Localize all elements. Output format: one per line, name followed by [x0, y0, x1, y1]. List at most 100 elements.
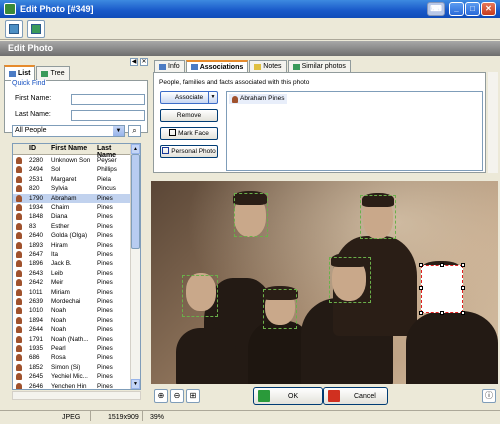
keyboard-icon[interactable]: ⌨ [427, 2, 445, 16]
photo-canvas[interactable] [151, 181, 498, 384]
tab-associations[interactable]: Associations [185, 60, 249, 72]
search-icon: ⌕ [132, 126, 137, 135]
table-row[interactable]: 2280 Unknown Son Peyser [13, 156, 131, 165]
resize-handle[interactable] [461, 263, 465, 267]
cell-id: 2646 [29, 382, 44, 390]
table-row[interactable]: 2531 Margaret Piela [13, 175, 131, 184]
maximize-button[interactable]: □ [465, 2, 480, 16]
find-button[interactable]: ⌕ [128, 125, 141, 137]
table-row[interactable]: 2642 Meir Pines [13, 278, 131, 287]
scroll-up-icon[interactable]: ▲ [131, 144, 140, 154]
info-button[interactable]: ⓘ [482, 389, 496, 403]
cell-id: 2280 [29, 157, 44, 164]
associate-button[interactable]: Associate ▼ [160, 91, 218, 104]
zoom-in-icon[interactable]: ⊕ [154, 389, 168, 403]
ok-button[interactable]: OK [253, 387, 323, 405]
remove-button[interactable]: Remove [160, 109, 218, 122]
vertical-scrollbar[interactable]: ▲ ▼ [130, 144, 140, 389]
person-icon [16, 288, 22, 296]
table-row[interactable]: 2645 Yechiel Mic... Pines [13, 372, 131, 381]
cancel-button[interactable]: Cancel [323, 387, 388, 405]
list-item[interactable]: Abraham Pines [229, 94, 288, 104]
cell-last: Peyser [97, 157, 117, 164]
cell-first: Mordechai [51, 298, 81, 305]
zoom-out-icon[interactable]: ⊖ [170, 389, 184, 403]
status-format: JPEG [62, 414, 81, 421]
table-row[interactable]: 1852 Simon (Si) Pines [13, 363, 131, 372]
associated-list: Abraham Pines [226, 91, 483, 171]
face-box[interactable] [360, 195, 396, 239]
people-filter-select[interactable]: All People ▼ [12, 125, 125, 137]
list-icon [9, 70, 16, 77]
table-row[interactable]: 2644 Noah Pines [13, 325, 131, 334]
tab-associations-label: Associations [199, 63, 244, 71]
people-grid: ID First Name Last Name 2280 Unknown Son P… [12, 143, 141, 390]
table-row[interactable]: 1896 Jack B. Pines [13, 259, 131, 268]
table-row[interactable]: 2640 Golda (Olga) Pines [13, 231, 131, 240]
tab-notes[interactable]: Notes [249, 60, 287, 72]
selected-face-box[interactable] [419, 263, 465, 315]
close-button[interactable]: ✕ [481, 2, 496, 16]
assoc-scrollbar[interactable] [488, 72, 498, 173]
table-row[interactable]: 1011 Miriam Pines [13, 288, 131, 297]
table-row[interactable]: 1935 Pearl Pines [13, 344, 131, 353]
resize-handle[interactable] [419, 286, 423, 290]
resize-handle[interactable] [440, 263, 444, 267]
resize-handle[interactable] [419, 311, 423, 315]
cell-first: Jack B. [51, 260, 72, 268]
tab-list[interactable]: List [4, 65, 36, 80]
table-row[interactable]: 686 Rosa Pines [13, 353, 131, 362]
table-row[interactable]: 2639 Mordechai Pines [13, 297, 131, 306]
resize-handle[interactable] [461, 286, 465, 290]
copy-photo-button[interactable] [5, 20, 23, 38]
mark-face-button[interactable]: Mark Face [160, 127, 218, 140]
col-id[interactable]: ID [29, 145, 36, 152]
table-row[interactable]: 1010 Noah Pines [13, 306, 131, 315]
table-row[interactable]: 820 Sylvia Pincus [13, 184, 131, 193]
minimize-button[interactable]: _ [449, 2, 464, 16]
cell-first: Ita [51, 251, 59, 258]
resize-handle[interactable] [419, 263, 423, 267]
table-row[interactable]: 83 Esther Pines [13, 222, 131, 231]
cell-first: Noah [51, 326, 67, 334]
cell-last: Pines [97, 316, 113, 324]
resize-handle[interactable] [440, 311, 444, 315]
table-row[interactable]: 1893 Hiram Pines [13, 241, 131, 250]
table-row[interactable]: 1790 Abraham Pines [13, 193, 131, 203]
horizontal-scrollbar[interactable] [12, 391, 141, 400]
table-row[interactable]: 1934 Chaim Pines [13, 203, 131, 212]
col-first-name[interactable]: First Name [51, 145, 87, 152]
table-row[interactable]: 2647 Ita Pines [13, 250, 131, 259]
tab-similar-photos[interactable]: Similar photos [287, 60, 351, 72]
face-box[interactable] [263, 289, 297, 329]
tab-tree[interactable]: Tree [36, 66, 70, 80]
pin-icon[interactable]: ◀ [130, 58, 138, 66]
close-panel-icon[interactable]: ✕ [140, 58, 148, 66]
tab-list-label: List [18, 70, 31, 77]
fit-to-window-icon[interactable]: ⊞ [186, 389, 200, 403]
person-icon [16, 373, 22, 381]
face-box[interactable] [182, 275, 218, 317]
first-name-input[interactable] [71, 94, 145, 105]
table-row[interactable]: 1894 Noah Pines [13, 316, 131, 325]
cell-id: 2645 [29, 373, 44, 381]
table-row[interactable]: 1791 Noah (Nath... Pines [13, 335, 131, 344]
tab-tree-label: Tree [50, 70, 65, 77]
scroll-down-icon[interactable]: ▼ [131, 379, 140, 389]
photo-button[interactable] [27, 20, 45, 38]
face-box[interactable] [234, 193, 268, 237]
table-row[interactable]: 1848 Diana Pines [13, 212, 131, 221]
personal-photo-button[interactable]: Personal Photo [160, 145, 218, 158]
resize-handle[interactable] [461, 311, 465, 315]
ok-label: OK [288, 392, 299, 400]
cell-first: Noah [51, 316, 67, 324]
table-row[interactable]: 2494 Sol Phillips [13, 165, 131, 174]
similar-photos-icon [292, 63, 300, 70]
tab-info[interactable]: Info [154, 60, 185, 72]
face-box[interactable] [329, 257, 371, 303]
table-row[interactable]: 2643 Leib Pines [13, 269, 131, 278]
last-name-input[interactable] [71, 110, 145, 121]
table-row[interactable]: 2646 Yenchen Hin Pines [13, 382, 131, 390]
quick-find-legend: Quick Find [11, 80, 47, 87]
scroll-thumb[interactable] [131, 154, 140, 249]
